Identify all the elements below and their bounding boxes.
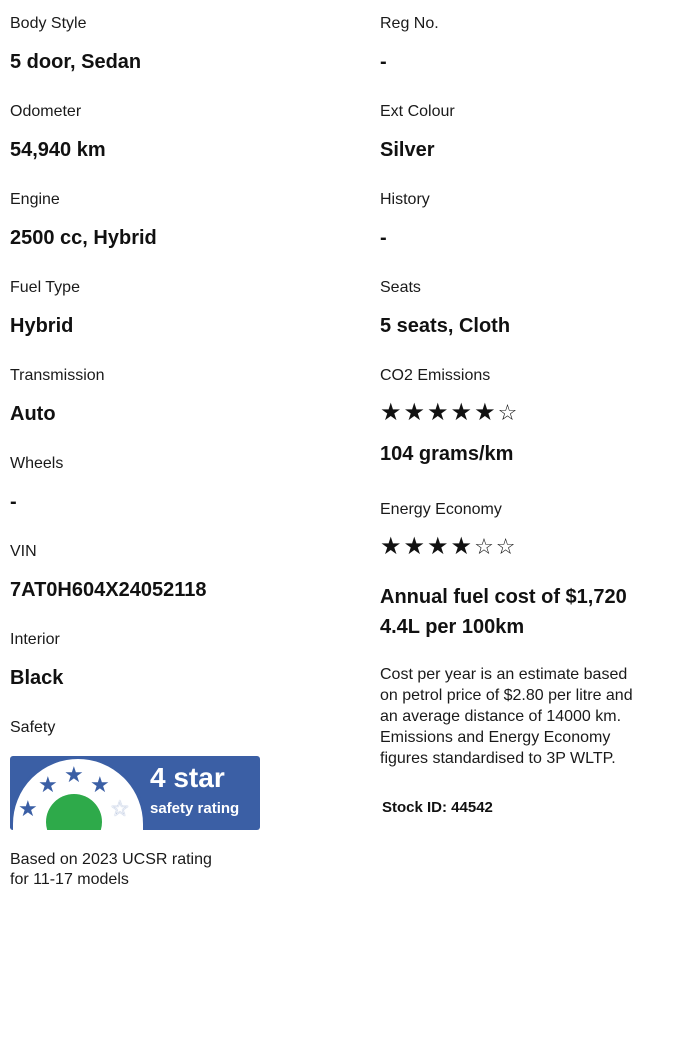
star-filled-icon: ★: [427, 399, 451, 426]
interior-label: Interior: [10, 631, 60, 648]
safety-note-line: for 11-17 models: [10, 871, 129, 888]
stock-id: Stock ID: 44542: [382, 799, 493, 816]
odometer-value: 54,940 km: [10, 139, 106, 161]
reg-no-label: Reg No.: [380, 15, 439, 32]
fuel-type-label: Fuel Type: [10, 279, 80, 296]
badge-subtext: safety rating: [150, 800, 240, 817]
specs-left-column: Body Style 5 door, Sedan Odometer 54,940…: [10, 0, 350, 890]
fuel-type-value: Hybrid: [10, 315, 74, 337]
vin-value: 7AT0H604X24052118: [10, 579, 207, 601]
transmission-label: Transmission: [10, 367, 105, 384]
co2-value: 104 grams/km: [380, 443, 514, 465]
star-filled-icon: ★: [450, 399, 475, 426]
badge-star-icon: ★: [38, 772, 58, 797]
fuel-note-line: an average distance of 14000 km.: [380, 708, 622, 725]
engine-value: 2500 cc, Hybrid: [10, 227, 157, 249]
star-filled-icon: ★: [403, 533, 428, 560]
safety-label: Safety: [10, 719, 56, 736]
fuel-note-line: on petrol price of $2.80 per litre and: [380, 687, 633, 704]
star-filled-icon: ★: [380, 533, 404, 560]
star-empty-icon: ☆: [495, 534, 518, 559]
badge-star-icon: ★: [90, 772, 110, 797]
ext-colour-label: Ext Colour: [380, 103, 455, 120]
seats-label: Seats: [380, 279, 421, 296]
co2-star-rating: ★★★★★☆: [380, 400, 697, 426]
star-filled-icon: ★: [450, 533, 475, 560]
safety-rating-badge: ★ ★ ★ ★ ☆ 4 star safety rating: [10, 756, 260, 830]
specs-right-column: Reg No. - Ext Colour Silver History - Se…: [380, 0, 697, 816]
star-empty-icon: ☆: [474, 534, 496, 559]
badge-star-icon: ★: [18, 796, 38, 821]
fuel-note-line: figures standardised to 3P WLTP.: [380, 750, 616, 767]
star-filled-icon: ★: [474, 399, 498, 426]
interior-value: Black: [10, 667, 64, 689]
engine-label: Engine: [10, 191, 60, 208]
star-filled-icon: ★: [380, 399, 404, 426]
seats-value: 5 seats, Cloth: [380, 315, 511, 337]
fuel-cost: Annual fuel cost of $1,720 4.4L per 100k…: [380, 582, 697, 642]
ext-colour-value: Silver: [380, 139, 435, 161]
safety-note-line: Based on 2023 UCSR rating: [10, 851, 212, 868]
fuel-note-line: Cost per year is an estimate based: [380, 666, 628, 683]
safety-note: Based on 2023 UCSR rating for 11-17 mode…: [10, 850, 350, 890]
body-style-label: Body Style: [10, 15, 87, 32]
annual-fuel-cost: Annual fuel cost of $1,720: [380, 586, 627, 608]
co2-label: CO2 Emissions: [380, 367, 491, 384]
body-style-value: 5 door, Sedan: [10, 51, 142, 73]
energy-star-rating: ★★★★☆☆: [380, 534, 697, 560]
transmission-value: Auto: [10, 403, 56, 425]
badge-empty-star-icon: ☆: [110, 796, 130, 821]
fuel-rate: 4.4L per 100km: [380, 616, 525, 638]
badge-rating-text: 4 star: [150, 762, 225, 793]
wheels-label: Wheels: [10, 455, 64, 472]
energy-label: Energy Economy: [380, 501, 502, 518]
star-empty-icon: ☆: [497, 400, 520, 425]
history-label: History: [380, 191, 430, 208]
star-filled-icon: ★: [427, 533, 451, 560]
wheels-value: -: [10, 491, 17, 513]
fuel-note-line: Emissions and Energy Economy: [380, 729, 611, 746]
reg-no-value: -: [380, 51, 387, 73]
badge-star-icon: ★: [64, 762, 84, 787]
odometer-label: Odometer: [10, 103, 82, 120]
vin-label: VIN: [10, 543, 37, 560]
fuel-note: Cost per year is an estimate based on pet…: [380, 664, 697, 769]
history-value: -: [380, 227, 387, 249]
star-filled-icon: ★: [403, 399, 428, 426]
